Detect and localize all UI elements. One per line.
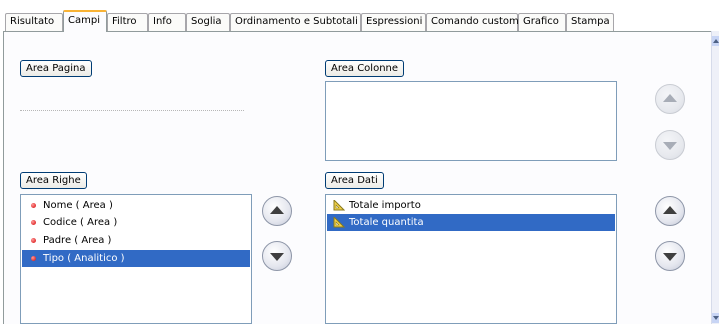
ruler-triangle-icon bbox=[333, 217, 345, 228]
scroll-down-arrow-icon[interactable] bbox=[712, 313, 719, 323]
tab-campi[interactable]: Campi bbox=[63, 10, 107, 32]
tab-comando-custom[interactable]: Comando custom bbox=[426, 13, 519, 31]
scroll-up-arrow-icon[interactable] bbox=[712, 36, 719, 46]
list-item-label: Nome ( Area ) bbox=[43, 200, 113, 211]
area-pagina-drop-zone[interactable] bbox=[20, 110, 244, 111]
red-dot-icon bbox=[31, 238, 36, 243]
list-item[interactable]: Nome ( Area ) bbox=[22, 197, 250, 214]
list-item-selected[interactable]: Tipo ( Analitico ) bbox=[22, 250, 250, 267]
ruler-triangle-icon bbox=[333, 200, 345, 211]
list-item-label: Totale importo bbox=[349, 200, 421, 211]
list-item[interactable]: Totale importo bbox=[327, 197, 615, 214]
list-item-label: Totale quantita bbox=[349, 217, 424, 228]
area-righe-button[interactable]: Area Righe bbox=[20, 172, 87, 189]
tab-stampa[interactable]: Stampa bbox=[566, 13, 614, 31]
tab-risultato[interactable]: Risultato bbox=[5, 13, 63, 31]
list-item-label: Padre ( Area ) bbox=[43, 235, 112, 246]
vertical-scrollbar[interactable] bbox=[711, 31, 719, 324]
tab-espressioni[interactable]: Espressioni bbox=[361, 13, 426, 31]
colonne-move-up-button[interactable] bbox=[655, 84, 685, 114]
area-pagina-button[interactable]: Area Pagina bbox=[20, 60, 92, 77]
list-item-label: Tipo ( Analitico ) bbox=[43, 253, 125, 264]
righe-move-up-button[interactable] bbox=[262, 196, 292, 226]
red-dot-icon bbox=[31, 220, 36, 225]
tab-info[interactable]: Info bbox=[148, 13, 186, 31]
area-dati-button[interactable]: Area Dati bbox=[325, 172, 384, 189]
red-dot-icon bbox=[31, 256, 36, 261]
area-dati-list[interactable]: Totale importo Totale quantita bbox=[325, 194, 617, 324]
area-colonne-button[interactable]: Area Colonne bbox=[325, 60, 405, 77]
colonne-move-down-button[interactable] bbox=[655, 130, 685, 160]
dati-move-up-button[interactable] bbox=[655, 196, 685, 226]
dati-move-down-button[interactable] bbox=[655, 241, 685, 271]
list-item-label: Codice ( Area ) bbox=[43, 217, 118, 228]
tab-grafico[interactable]: Grafico bbox=[518, 13, 566, 31]
tab-soglia[interactable]: Soglia bbox=[186, 13, 230, 31]
tab-filtro[interactable]: Filtro bbox=[107, 13, 148, 31]
tab-ordinamento-subtotali[interactable]: Ordinamento e Subtotali bbox=[230, 13, 361, 31]
list-item[interactable]: Codice ( Area ) bbox=[22, 214, 250, 231]
area-righe-list[interactable]: Nome ( Area ) Codice ( Area ) Padre ( Ar… bbox=[20, 194, 252, 324]
red-dot-icon bbox=[31, 203, 36, 208]
tab-strip: Risultato Campi Filtro Info Soglia Ordin… bbox=[0, 0, 719, 32]
area-colonne-list[interactable] bbox=[325, 81, 617, 161]
righe-move-down-button[interactable] bbox=[262, 241, 292, 271]
list-item-selected[interactable]: Totale quantita bbox=[327, 214, 615, 231]
list-item[interactable]: Padre ( Area ) bbox=[22, 232, 250, 249]
